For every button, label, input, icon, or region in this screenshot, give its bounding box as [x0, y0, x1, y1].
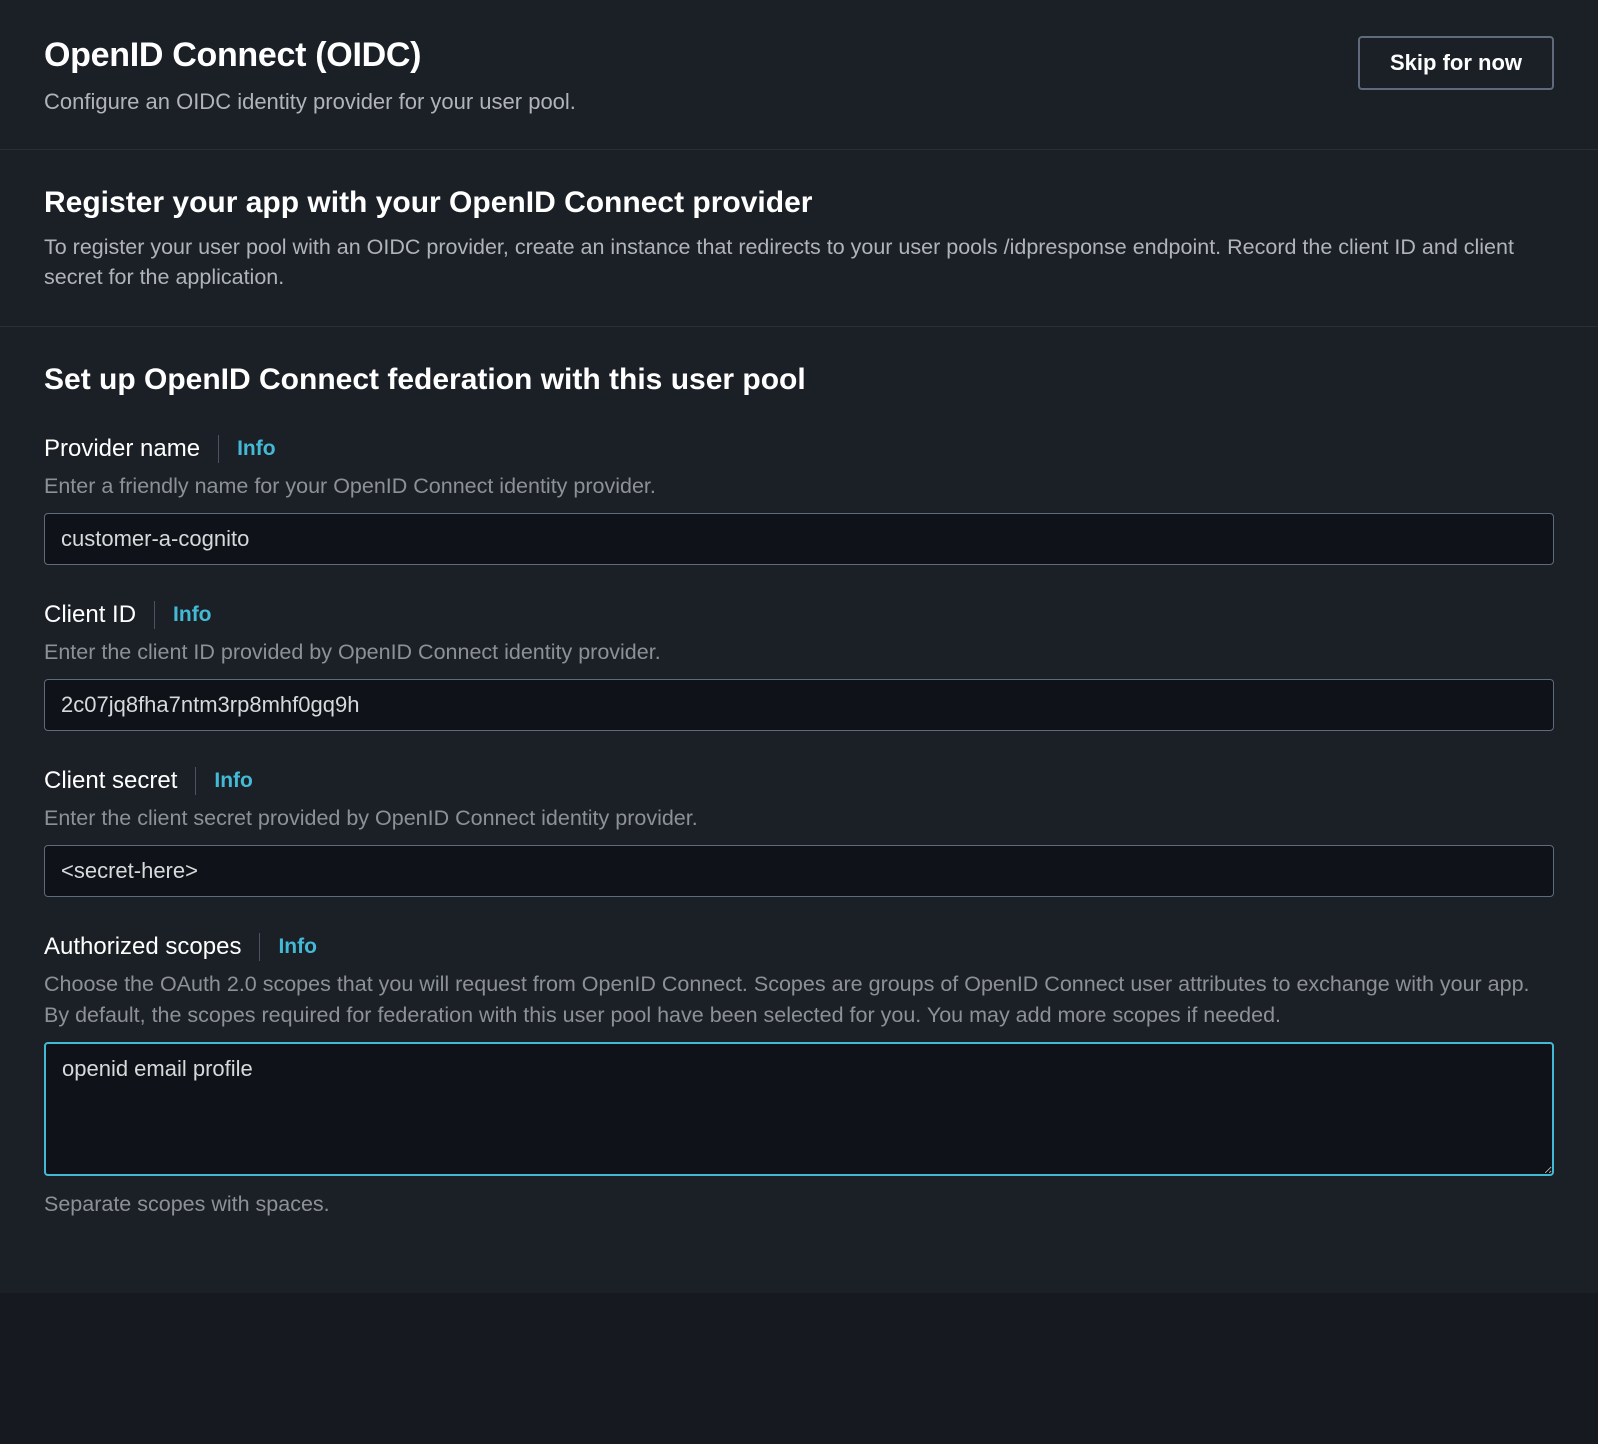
client-id-label: Client ID	[44, 601, 136, 629]
authorized-scopes-help: Choose the OAuth 2.0 scopes that you wil…	[44, 969, 1554, 1029]
label-divider	[195, 767, 196, 795]
page-subtitle: Configure an OIDC identity provider for …	[44, 89, 1358, 115]
client-secret-group: Client secret Info Enter the client secr…	[0, 767, 1598, 897]
authorized-scopes-hint: Separate scopes with spaces.	[44, 1192, 1554, 1217]
client-secret-info-link[interactable]: Info	[214, 769, 252, 793]
provider-name-info-link[interactable]: Info	[237, 437, 275, 461]
client-id-group: Client ID Info Enter the client ID provi…	[0, 601, 1598, 731]
provider-name-group: Provider name Info Enter a friendly name…	[0, 435, 1598, 565]
label-divider	[218, 435, 219, 463]
register-section: Register your app with your OpenID Conne…	[0, 150, 1598, 327]
client-id-info-link[interactable]: Info	[173, 603, 211, 627]
client-secret-label: Client secret	[44, 767, 177, 795]
client-id-help: Enter the client ID provided by OpenID C…	[44, 637, 1554, 667]
authorized-scopes-label: Authorized scopes	[44, 933, 241, 961]
label-divider	[154, 601, 155, 629]
register-description: To register your user pool with an OIDC …	[44, 232, 1554, 292]
skip-for-now-button[interactable]: Skip for now	[1358, 36, 1554, 90]
register-heading: Register your app with your OpenID Conne…	[44, 186, 1554, 220]
setup-section: Set up OpenID Connect federation with th…	[0, 327, 1598, 435]
client-secret-input[interactable]	[44, 845, 1554, 897]
provider-name-input[interactable]	[44, 513, 1554, 565]
provider-name-label: Provider name	[44, 435, 200, 463]
page-title: OpenID Connect (OIDC)	[44, 36, 1358, 75]
setup-heading: Set up OpenID Connect federation with th…	[44, 363, 1554, 397]
client-secret-help: Enter the client secret provided by Open…	[44, 803, 1554, 833]
authorized-scopes-group: Authorized scopes Info Choose the OAuth …	[0, 933, 1598, 1216]
label-divider	[259, 933, 260, 961]
client-id-input[interactable]	[44, 679, 1554, 731]
page-header: OpenID Connect (OIDC) Configure an OIDC …	[0, 0, 1598, 150]
authorized-scopes-input[interactable]	[44, 1042, 1554, 1176]
authorized-scopes-info-link[interactable]: Info	[278, 935, 316, 959]
provider-name-help: Enter a friendly name for your OpenID Co…	[44, 471, 1554, 501]
